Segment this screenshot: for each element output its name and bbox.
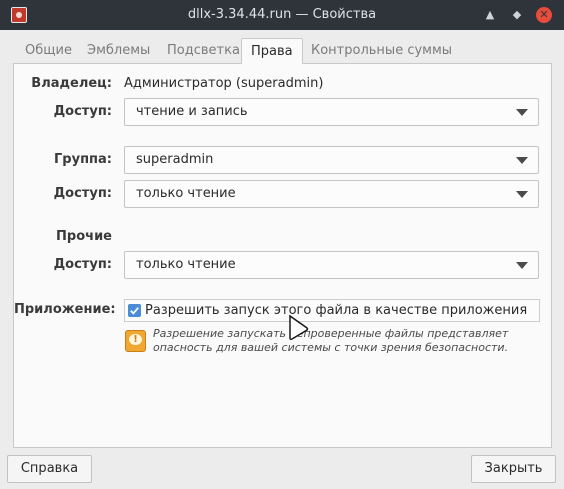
- owner-access-dropdown[interactable]: чтение и запись: [124, 98, 539, 126]
- tab-bar: Общие Эмблемы Подсветка Права Контрольны…: [7, 38, 557, 64]
- owner-value: Администратор (superadmin): [124, 76, 324, 91]
- chevron-down-icon: [516, 109, 528, 116]
- tab-highlight[interactable]: Подсветка: [158, 38, 249, 63]
- group-dropdown[interactable]: superadmin: [124, 146, 539, 174]
- group-label: Группа:: [54, 152, 112, 167]
- minimize-icon[interactable]: ▲: [482, 7, 498, 23]
- others-label: Прочие: [56, 229, 112, 244]
- close-icon[interactable]: ✕: [536, 7, 552, 23]
- owner-access-value: чтение и запись: [136, 104, 248, 119]
- group-access-value: только чтение: [136, 186, 236, 201]
- tab-emblems[interactable]: Эмблемы: [78, 38, 159, 63]
- owner-access-label: Доступ:: [53, 104, 112, 119]
- close-button[interactable]: Закрыть: [471, 455, 556, 483]
- group-value: superadmin: [136, 152, 214, 167]
- mouse-pointer-icon: [289, 314, 309, 341]
- warning-text: Разрешение запускать непроверенные файлы…: [153, 327, 509, 354]
- restore-icon[interactable]: ◆: [509, 7, 525, 23]
- warning-icon: !: [125, 330, 146, 352]
- others-access-dropdown[interactable]: только чтение: [124, 251, 539, 279]
- tab-permissions[interactable]: Права: [241, 38, 303, 64]
- execute-checkbox-row[interactable]: Разрешить запуск этого файла в качестве …: [124, 299, 540, 322]
- program-label: Приложение:: [14, 302, 116, 317]
- checkbox-checked-icon[interactable]: [128, 304, 141, 317]
- execute-checkbox-label: Разрешить запуск этого файла в качестве …: [145, 303, 528, 318]
- owner-label: Владелец:: [31, 76, 112, 91]
- group-access-dropdown[interactable]: только чтение: [124, 180, 539, 208]
- chevron-down-icon: [516, 157, 528, 164]
- window-title: dllx-3.34.44.run — Свойства: [187, 7, 377, 22]
- chevron-down-icon: [516, 262, 528, 269]
- others-access-value: только чтение: [136, 257, 236, 272]
- titlebar[interactable]: dllx-3.34.44.run — Свойства ▲ ◆ ✕: [0, 0, 564, 30]
- properties-window: dllx-3.34.44.run — Свойства ▲ ◆ ✕ Общие …: [0, 0, 564, 489]
- group-access-label: Доступ:: [53, 186, 112, 201]
- tab-checksums[interactable]: Контрольные суммы: [302, 38, 461, 63]
- help-button[interactable]: Справка: [7, 455, 92, 483]
- chevron-down-icon: [516, 191, 528, 198]
- others-access-label: Доступ:: [53, 257, 112, 272]
- tab-general[interactable]: Общие: [16, 38, 81, 63]
